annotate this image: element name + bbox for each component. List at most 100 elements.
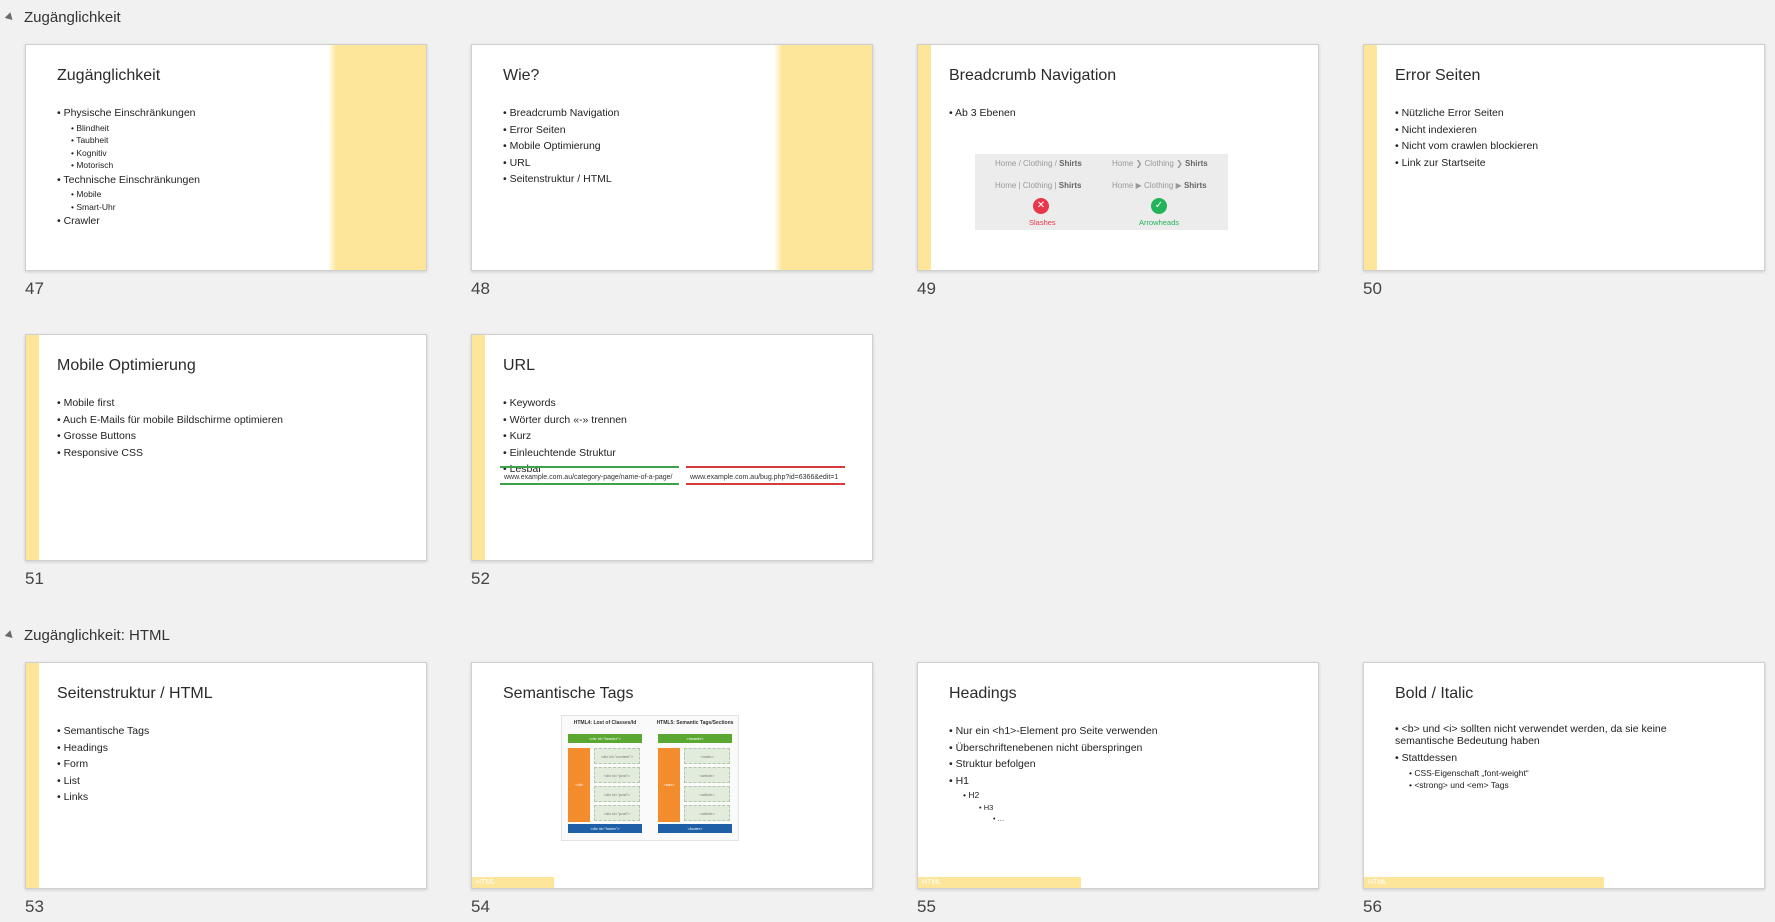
bullet: Ab 3 Ebenen xyxy=(949,105,1016,122)
collapse-triangle-icon[interactable] xyxy=(4,630,16,641)
bullet-list: Nützliche Error Seiten Nicht indexieren … xyxy=(1395,105,1539,171)
bullet: URL xyxy=(503,155,619,172)
bullet: Responsive CSS xyxy=(57,445,283,462)
bullet: Crawler xyxy=(57,213,200,230)
accent-bar xyxy=(918,45,931,270)
bullet: Grosse Buttons xyxy=(57,428,283,445)
bullet-list: Nur ein <h1>-Element pro Seite verwenden… xyxy=(949,723,1158,825)
slide-canvas[interactable]: Breadcrumb Navigation Ab 3 Ebenen Home /… xyxy=(917,44,1319,271)
slide-thumbnail-47[interactable]: Zugänglichkeit Physische Einschränkungen… xyxy=(25,44,427,299)
sub-bullet: H2 xyxy=(949,789,1158,802)
checkmark-icon: ✓ xyxy=(1151,198,1167,214)
accent-bar xyxy=(328,45,426,270)
slide-thumbnail-53[interactable]: Seitenstruktur / HTML Semantische Tags H… xyxy=(25,662,427,917)
bullet-list: Ab 3 Ebenen xyxy=(949,105,1016,122)
accent-bar xyxy=(472,335,485,560)
sub-bullet: Smart-Uhr xyxy=(57,201,200,214)
bullet: Nicht vom crawlen blockieren xyxy=(1395,138,1539,155)
sub-bullet: … xyxy=(949,814,1158,825)
section-label: Zugänglichkeit xyxy=(24,9,121,26)
sub-bullet: Blindheit xyxy=(57,122,200,135)
bullet: Headings xyxy=(57,740,149,757)
bullet: Technische Einschränkungen xyxy=(57,172,200,189)
sub-bullet: <strong> und <em> Tags xyxy=(1395,779,1695,792)
accent-bar xyxy=(26,335,39,560)
footer-bar: HTML xyxy=(472,877,554,888)
slide-title: Zugänglichkeit xyxy=(57,67,161,84)
bullet: H1 xyxy=(949,773,1158,790)
slide-number: 54 xyxy=(471,897,490,916)
slide-number: 48 xyxy=(471,279,490,298)
slide-thumbnail-52[interactable]: URL Keywords Wörter durch «-» trennen Ku… xyxy=(471,334,873,589)
bullet: Nur ein <h1>-Element pro Seite verwenden xyxy=(949,723,1158,740)
bullet: Error Seiten xyxy=(503,122,619,139)
footer-bar: HTML xyxy=(1364,877,1604,888)
slide-title: Seitenstruktur / HTML xyxy=(57,685,213,702)
bullet: Form xyxy=(57,756,149,773)
slide-canvas[interactable]: Error Seiten Nützliche Error Seiten Nich… xyxy=(1363,44,1765,271)
bullet: Auch E-Mails für mobile Bildschirme opti… xyxy=(57,412,283,429)
slide-number: 52 xyxy=(471,569,490,588)
slide-title: Headings xyxy=(949,685,1017,702)
slide-title: Mobile Optimierung xyxy=(57,357,196,374)
slide-thumbnail-51[interactable]: Mobile Optimierung Mobile first Auch E-M… xyxy=(25,334,427,589)
slide-title: URL xyxy=(503,357,536,374)
bullet: <b> und <i> sollten nicht verwendet werd… xyxy=(1395,723,1695,750)
bullet: Keywords xyxy=(503,395,627,412)
slide-number: 56 xyxy=(1363,897,1382,916)
slide-title: Bold / Italic xyxy=(1395,685,1474,702)
bullet-list: Semantische Tags Headings Form List Link… xyxy=(57,723,150,806)
bullet: Seitenstruktur / HTML xyxy=(503,171,619,188)
slide-canvas[interactable]: Zugänglichkeit Physische Einschränkungen… xyxy=(25,44,427,271)
slide-title: Error Seiten xyxy=(1395,67,1481,84)
bad-url-example: www.example.com.au/bug.php?id=6366&edit=… xyxy=(686,466,845,485)
bullet: Semantische Tags xyxy=(57,723,150,740)
footer-bar: HTML xyxy=(918,877,1081,888)
slide-thumbnail-56[interactable]: HTML Bold / Italic <b> und <i> sollten n… xyxy=(1363,662,1765,917)
bullet: Kurz xyxy=(503,428,627,445)
slide-canvas[interactable]: URL Keywords Wörter durch «-» trennen Ku… xyxy=(471,334,873,561)
bullet-list: Mobile first Auch E-Mails für mobile Bil… xyxy=(57,395,283,461)
slide-canvas[interactable]: Mobile Optimierung Mobile first Auch E-M… xyxy=(25,334,427,561)
bullet: Wörter durch «-» trennen xyxy=(503,412,627,429)
section-header-zugaenglichkeit[interactable]: Zugänglichkeit xyxy=(4,9,121,26)
bullet-list: <b> und <i> sollten nicht verwendet werd… xyxy=(1395,723,1695,792)
accent-bar xyxy=(774,45,872,270)
slide-canvas[interactable]: HTML Semantische Tags HTML4: Lost of Cla… xyxy=(471,662,873,889)
section-header-zugaenglichkeit-html[interactable]: Zugänglichkeit: HTML xyxy=(4,627,170,644)
good-url-example: www.example.com.au/category-page/name-of… xyxy=(500,466,679,485)
slide-canvas[interactable]: HTML Headings Nur ein <h1>-Element pro S… xyxy=(917,662,1319,889)
slide-number: 55 xyxy=(917,897,936,916)
breadcrumb-comparison-image: Home / Clothing / Shirts Home ❯ Clothing… xyxy=(975,154,1228,230)
slide-thumbnail-48[interactable]: Wie? Breadcrumb Navigation Error Seiten … xyxy=(471,44,873,299)
bullet-list: Breadcrumb Navigation Error Seiten Mobil… xyxy=(503,105,620,188)
bullet: Mobile first xyxy=(57,395,283,412)
bullet: Links xyxy=(57,789,149,806)
slide-canvas[interactable]: HTML Bold / Italic <b> und <i> sollten n… xyxy=(1363,662,1765,889)
bullet: Physische Einschränkungen xyxy=(57,105,200,122)
slide-title: Wie? xyxy=(503,67,540,84)
bullet: Struktur befolgen xyxy=(949,756,1158,773)
slide-canvas[interactable]: Wie? Breadcrumb Navigation Error Seiten … xyxy=(471,44,873,271)
slide-thumbnail-49[interactable]: Breadcrumb Navigation Ab 3 Ebenen Home /… xyxy=(917,44,1319,299)
slide-number: 51 xyxy=(25,569,44,588)
slide-title: Breadcrumb Navigation xyxy=(949,67,1117,84)
collapse-triangle-icon[interactable] xyxy=(4,12,16,23)
sub-bullet: Mobile xyxy=(57,188,200,201)
slide-thumbnail-55[interactable]: HTML Headings Nur ein <h1>-Element pro S… xyxy=(917,662,1319,917)
bullet: List xyxy=(57,773,149,790)
slide-number: 49 xyxy=(917,279,936,298)
slide-canvas[interactable]: Seitenstruktur / HTML Semantische Tags H… xyxy=(25,662,427,889)
sub-bullet: Motorisch xyxy=(57,159,200,172)
sub-bullet: Kognitiv xyxy=(57,147,200,160)
slide-thumbnail-50[interactable]: Error Seiten Nützliche Error Seiten Nich… xyxy=(1363,44,1765,299)
slide-thumbnail-54[interactable]: HTML Semantische Tags HTML4: Lost of Cla… xyxy=(471,662,873,917)
bullet: Stattdessen xyxy=(1395,750,1695,767)
sub-bullet: CSS-Eigenschaft „font-weight“ xyxy=(1395,767,1695,780)
slide-title: Semantische Tags xyxy=(503,685,634,702)
bullet: Mobile Optimierung xyxy=(503,138,619,155)
close-icon: ✕ xyxy=(1033,198,1049,214)
bullet: Nicht indexieren xyxy=(1395,122,1538,139)
slide-number: 50 xyxy=(1363,279,1382,298)
accent-bar xyxy=(26,663,39,888)
